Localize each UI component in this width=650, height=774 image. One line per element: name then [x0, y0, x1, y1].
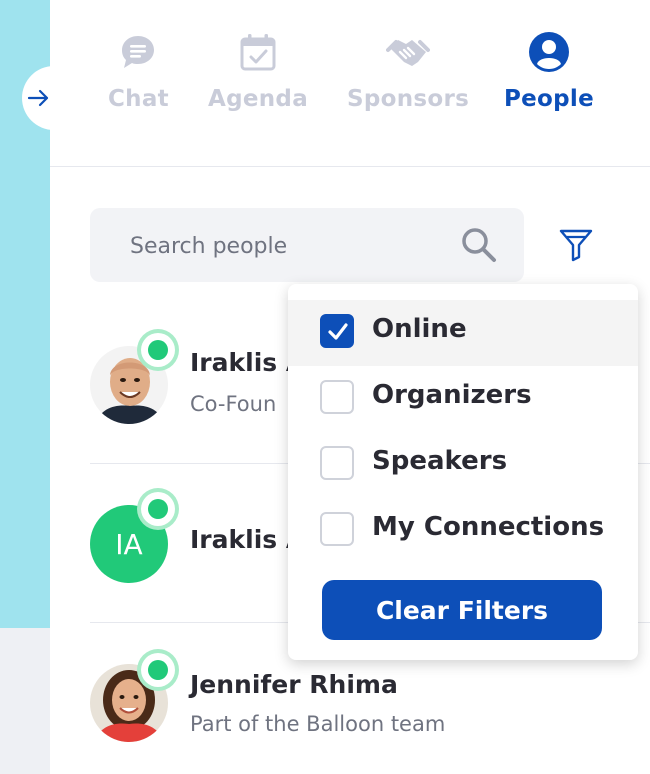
arrow-right-icon — [27, 89, 49, 107]
chat-bubble-icon — [116, 30, 160, 74]
search-box — [90, 208, 524, 284]
filter-label: Organizers — [372, 380, 532, 410]
search-input[interactable] — [90, 208, 472, 284]
filter-label: Online — [372, 314, 467, 344]
background-strip-bottom — [0, 628, 50, 774]
person-title: Co-Foun — [190, 392, 277, 416]
filter-option-organizers[interactable]: Organizers — [288, 366, 638, 432]
organizers-checkbox[interactable] — [320, 380, 354, 414]
search-icon[interactable] — [460, 226, 498, 268]
filter-option-speakers[interactable]: Speakers — [288, 432, 638, 498]
filter-label: Speakers — [372, 446, 508, 476]
tab-chat-label: Chat — [108, 86, 169, 112]
filter-icon[interactable] — [558, 226, 594, 266]
online-status-dot — [148, 340, 168, 360]
tab-sponsors-label: Sponsors — [347, 86, 470, 112]
person-title: Part of the Balloon team — [190, 712, 446, 736]
my-connections-checkbox[interactable] — [320, 512, 354, 546]
handshake-icon — [386, 30, 431, 74]
speakers-checkbox[interactable] — [320, 446, 354, 480]
calendar-check-icon — [236, 30, 280, 74]
tab-bar: Chat Agenda Sponsors People — [50, 0, 650, 167]
expand-panel-button[interactable] — [22, 66, 86, 130]
online-checkbox[interactable] — [320, 314, 354, 348]
tab-agenda[interactable]: Agenda — [208, 30, 308, 112]
tab-sponsors[interactable]: Sponsors — [347, 30, 469, 112]
user-circle-icon — [527, 30, 571, 74]
checkmark-icon — [328, 323, 348, 340]
filter-option-my-connections[interactable]: My Connections — [288, 498, 638, 564]
tab-people[interactable]: People — [504, 30, 594, 112]
tab-agenda-label: Agenda — [208, 86, 309, 112]
tab-chat[interactable]: Chat — [108, 30, 169, 112]
online-status-dot — [148, 499, 168, 519]
filter-option-online[interactable]: Online — [288, 300, 638, 366]
tab-people-label: People — [504, 86, 595, 112]
filter-dropdown: Online Organizers Speakers My Connection… — [288, 284, 638, 660]
filter-label: My Connections — [372, 512, 605, 542]
person-name: Jennifer Rhima — [190, 670, 398, 699]
clear-filters-button[interactable]: Clear Filters — [322, 580, 602, 640]
online-status-dot — [148, 660, 168, 680]
